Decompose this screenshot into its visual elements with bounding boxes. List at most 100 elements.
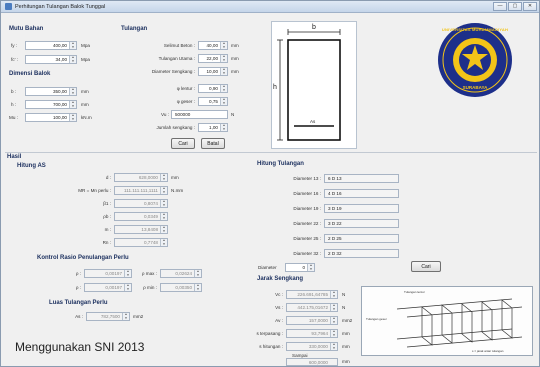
vc-spinner: ▲ ▼ bbox=[330, 291, 337, 298]
mn-unit: N.mm bbox=[171, 188, 184, 193]
diameter-select-input[interactable]: 0 ▲ ▼ bbox=[285, 263, 315, 272]
rebar-figure: Tulangan lentur Tulangan geser s = jarak… bbox=[361, 286, 533, 356]
av-unit: mm2 bbox=[342, 318, 353, 323]
phi-geser-input[interactable]: 0,75 ▲ ▼ bbox=[198, 97, 228, 106]
rho-max-output: 0,02624 ▲ ▼ bbox=[160, 269, 202, 278]
fy-unit: Mpa bbox=[81, 43, 90, 48]
fy-spinner[interactable]: ▲ ▼ bbox=[69, 42, 76, 49]
selimut-label: Selimut Beton : bbox=[163, 43, 195, 48]
title-bar: Perhitungan Tulangan Balok Tunggal — ▢ ✕ bbox=[1, 1, 539, 13]
batal-button[interactable]: Batal bbox=[201, 138, 225, 149]
rho-b-spinner: ▲ ▼ bbox=[160, 213, 167, 220]
jumlah-sengkang-input[interactable]: 1,00 ▲ ▼ bbox=[198, 123, 228, 132]
phi-lentur-input[interactable]: 0,90 ▲ ▼ bbox=[198, 84, 228, 93]
d32-output: 2 D 32 bbox=[324, 249, 399, 258]
tulangan-utama-input[interactable]: 22,00 ▲ ▼ bbox=[198, 54, 228, 63]
beta1-output: 0,8074 ▲ ▼ bbox=[114, 199, 168, 208]
h-input[interactable]: 700,00 ▲ ▼ bbox=[25, 100, 77, 109]
d25-output: 2 D 25 bbox=[324, 234, 399, 243]
fc-label: fc' : bbox=[11, 57, 19, 62]
vs-spinner: ▲ ▼ bbox=[330, 304, 337, 311]
diagram-h-label: h bbox=[273, 84, 277, 91]
dimensi-balok-heading: Dimensi Balok bbox=[9, 71, 51, 77]
d-spinner: ▲ ▼ bbox=[160, 174, 167, 181]
fig-label-left: Tulangan geser bbox=[366, 317, 387, 321]
b-spinner[interactable]: ▲ ▼ bbox=[69, 88, 76, 95]
selimut-input[interactable]: 40,00 ▲ ▼ bbox=[198, 41, 228, 50]
window-title: Perhitungan Tulangan Balok Tunggal bbox=[15, 4, 106, 10]
b-input[interactable]: 350,00 ▲ ▼ bbox=[25, 87, 77, 96]
rn-output: 0,7748 ▲ ▼ bbox=[114, 238, 168, 247]
diameter-sengkang-input[interactable]: 10,00 ▲ ▼ bbox=[198, 67, 228, 76]
footer-caption: Menggunakan SNI 2013 bbox=[15, 340, 145, 354]
rho-min-spinner: ▲ ▼ bbox=[194, 284, 201, 291]
fy-input[interactable]: 400,00 ▲ ▼ bbox=[25, 41, 77, 50]
beta1-spinner: ▲ ▼ bbox=[160, 200, 167, 207]
as-output: 782,7500 ▲ ▼ bbox=[86, 312, 130, 321]
logo-text-top: UNIVERSITAS MUHAMMADIYAH bbox=[441, 27, 509, 32]
h-unit: mm bbox=[81, 102, 89, 107]
vc-label: Vc : bbox=[275, 292, 283, 297]
vs-label: Vs : bbox=[275, 305, 283, 310]
app-icon bbox=[5, 3, 12, 10]
b-unit: mm bbox=[81, 89, 89, 94]
d13-label: Diameter 13 : bbox=[293, 176, 321, 181]
phi-lentur-spinner[interactable]: ▲ ▼ bbox=[220, 85, 227, 92]
mn-output: 111.111.111,1111 ▲ ▼ bbox=[114, 186, 168, 195]
fig-label-bottom: s = jarak antar tulangan bbox=[472, 349, 504, 353]
hitung-tulangan-heading: Hitung Tulangan bbox=[257, 161, 304, 167]
d32-label: Diameter 32 : bbox=[293, 251, 321, 256]
h-label: h : bbox=[11, 102, 17, 107]
fc-spinner[interactable]: ▲ ▼ bbox=[69, 56, 76, 63]
rho2-spinner: ▲ ▼ bbox=[124, 284, 131, 291]
mu-input[interactable]: 100,00 ▲ ▼ bbox=[25, 113, 77, 122]
phi-lentur-label: φ lentur : bbox=[176, 86, 195, 91]
av-output: 157,0000 ▲ ▼ bbox=[286, 316, 338, 325]
selimut-spinner[interactable]: ▲ ▼ bbox=[220, 42, 227, 49]
luas-tulangan-heading: Luas Tulangan Perlu bbox=[49, 300, 108, 306]
rn-spinner: ▲ ▼ bbox=[160, 239, 167, 246]
hasil-heading: Hasil bbox=[7, 154, 22, 160]
d16-output: 4 D 16 bbox=[324, 189, 399, 198]
phi-geser-label: φ geser : bbox=[176, 99, 195, 104]
minimize-button[interactable]: — bbox=[493, 2, 507, 11]
rho-min-label: ρ min : bbox=[143, 285, 157, 290]
hitung-as-heading: Hitung AS bbox=[17, 163, 46, 169]
rho1-output: 0,00197 ▲ ▼ bbox=[84, 269, 132, 278]
d22-output: 3 D 22 bbox=[324, 219, 399, 228]
tulangan-heading: Tulangan bbox=[121, 26, 148, 32]
mn-spinner: ▲ ▼ bbox=[160, 187, 167, 194]
mu-spinner[interactable]: ▲ ▼ bbox=[69, 114, 76, 121]
d25-label: Diameter 25 : bbox=[293, 236, 321, 241]
diameter-select-spinner[interactable]: ▲ ▼ bbox=[307, 264, 314, 271]
vu-input[interactable]: 500000 bbox=[171, 110, 228, 119]
jumlah-sengkang-spinner[interactable]: ▲ ▼ bbox=[220, 124, 227, 131]
diameter-sengkang-spinner[interactable]: ▲ ▼ bbox=[220, 68, 227, 75]
fc-unit: Mpa bbox=[81, 57, 90, 62]
rho-b-label: ρb : bbox=[103, 214, 111, 219]
kontrol-rasio-heading: Kontrol Rasio Penulangan Perlu bbox=[37, 255, 129, 261]
maximize-button[interactable]: ▢ bbox=[508, 2, 522, 11]
h-spinner[interactable]: ▲ ▼ bbox=[69, 101, 76, 108]
jumlah-sengkang-label: Jumlah sengkang : bbox=[156, 125, 195, 130]
diagram-as-label: As bbox=[310, 119, 316, 124]
rho1-label: ρ : bbox=[75, 271, 81, 276]
b-label: b : bbox=[11, 89, 17, 94]
d19-output: 3 D 19 bbox=[324, 204, 399, 213]
phi-geser-spinner[interactable]: ▲ ▼ bbox=[220, 98, 227, 105]
diameter-select-label: Diameter bbox=[258, 265, 277, 270]
sampai-unit: mm bbox=[342, 359, 350, 364]
cari-tulangan-button[interactable]: Cari bbox=[411, 261, 441, 272]
rho2-output: 0,00197 ▲ ▼ bbox=[84, 283, 132, 292]
as-label: As : bbox=[75, 314, 83, 319]
mutu-bahan-heading: Mutu Bahan bbox=[9, 26, 44, 32]
tulangan-utama-spinner[interactable]: ▲ ▼ bbox=[220, 55, 227, 62]
vs-output: 442.175,01672 ▲ ▼ bbox=[286, 303, 338, 312]
d-output: 628,0000 ▲ ▼ bbox=[114, 173, 168, 182]
cari-button-input[interactable]: Cari bbox=[171, 138, 195, 149]
m-spinner: ▲ ▼ bbox=[160, 226, 167, 233]
mu-unit: kN.m bbox=[81, 115, 92, 120]
close-button[interactable]: ✕ bbox=[523, 2, 537, 11]
fc-input[interactable]: 34,00 ▲ ▼ bbox=[25, 55, 77, 64]
s-terpasang-output: 93,7964 ▲ ▼ bbox=[286, 329, 338, 338]
